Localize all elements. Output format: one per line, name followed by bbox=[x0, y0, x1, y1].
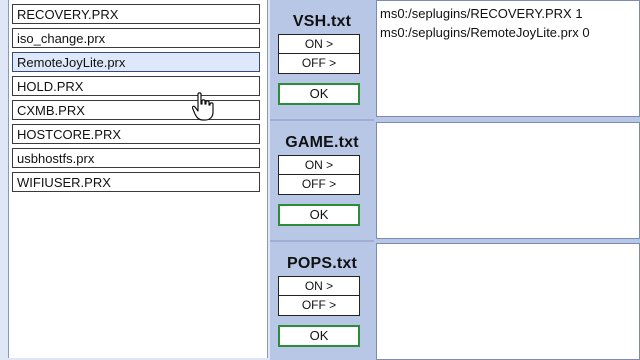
game-toggle-buttons: ON > OFF > bbox=[278, 155, 360, 195]
game-section: GAME.txt ON > OFF > OK bbox=[270, 121, 374, 242]
vsh-text-area[interactable]: ms0:/seplugins/RECOVERY.PRX 1 ms0:/seplu… bbox=[376, 0, 640, 117]
vsh-section: VSH.txt ON > OFF > OK bbox=[270, 0, 374, 121]
vsh-off-button[interactable]: OFF > bbox=[279, 54, 359, 73]
section-title: POPS.txt bbox=[286, 255, 358, 272]
list-item[interactable]: iso_change.prx bbox=[12, 28, 260, 48]
list-item[interactable]: usbhostfs.prx bbox=[12, 148, 260, 168]
vsh-ok-button[interactable]: OK bbox=[278, 83, 360, 105]
section-controls-column: VSH.txt ON > OFF > OK GAME.txt ON > OFF … bbox=[270, 0, 374, 360]
list-item[interactable]: HOLD.PRX bbox=[12, 76, 260, 96]
list-item[interactable]: HOSTCORE.PRX bbox=[12, 124, 260, 144]
pops-toggle-buttons: ON > OFF > bbox=[278, 276, 360, 316]
plugin-file-list[interactable]: RECOVERY.PRX iso_change.prx RemoteJoyLit… bbox=[8, 0, 268, 358]
list-item[interactable]: CXMB.PRX bbox=[12, 100, 260, 120]
game-ok-button[interactable]: OK bbox=[278, 204, 360, 226]
pops-text-area[interactable] bbox=[376, 243, 640, 360]
game-text-area[interactable] bbox=[376, 122, 640, 239]
pops-off-button[interactable]: OFF > bbox=[279, 296, 359, 315]
config-text-column: ms0:/seplugins/RECOVERY.PRX 1 ms0:/seplu… bbox=[374, 0, 640, 360]
config-line: ms0:/seplugins/RemoteJoyLite.prx 0 bbox=[380, 25, 590, 40]
vsh-on-button[interactable]: ON > bbox=[279, 35, 359, 54]
pops-on-button[interactable]: ON > bbox=[279, 277, 359, 296]
list-item-selected[interactable]: RemoteJoyLite.prx bbox=[12, 52, 260, 72]
pops-ok-button[interactable]: OK bbox=[278, 325, 360, 347]
game-off-button[interactable]: OFF > bbox=[279, 175, 359, 194]
vsh-toggle-buttons: ON > OFF > bbox=[278, 34, 360, 74]
game-on-button[interactable]: ON > bbox=[279, 156, 359, 175]
config-line: ms0:/seplugins/RECOVERY.PRX 1 bbox=[380, 6, 583, 21]
list-item[interactable]: RECOVERY.PRX bbox=[12, 4, 260, 24]
list-item[interactable]: WIFIUSER.PRX bbox=[12, 172, 260, 192]
pops-section: POPS.txt ON > OFF > OK bbox=[270, 242, 374, 360]
section-title: GAME.txt bbox=[285, 134, 359, 151]
hand-pointer-icon bbox=[192, 92, 214, 121]
plugin-list-panel: RECOVERY.PRX iso_change.prx RemoteJoyLit… bbox=[0, 0, 270, 360]
section-title: VSH.txt bbox=[292, 13, 352, 30]
